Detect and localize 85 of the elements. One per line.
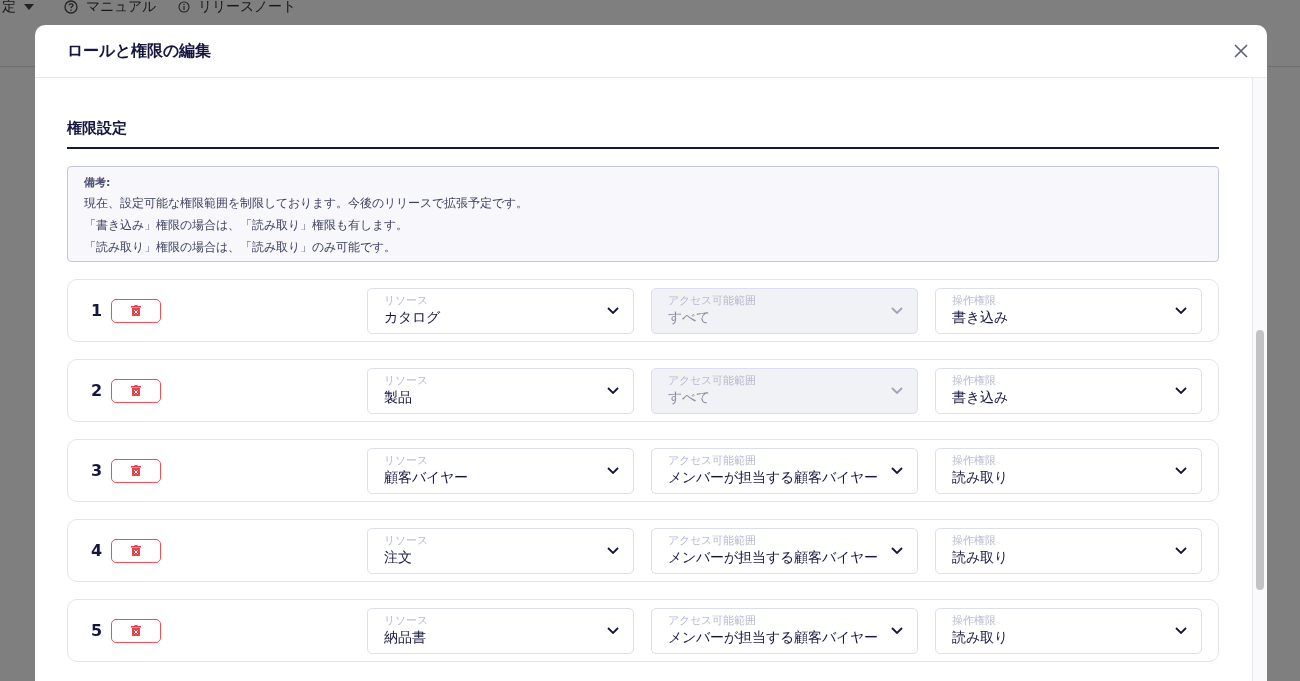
section-title: 権限設定 bbox=[67, 119, 1219, 149]
select-field[interactable]: リソース カタログ bbox=[367, 287, 634, 334]
select-field[interactable]: リソース 顧客バイヤー bbox=[367, 447, 634, 494]
field-label: リソース bbox=[384, 374, 429, 388]
chevron-down-icon bbox=[891, 307, 903, 314]
field-label: 操作権限 bbox=[952, 614, 997, 628]
select-field[interactable]: アクセス可能範囲 メンバーが担当する顧客バイヤー bbox=[651, 527, 918, 574]
chevron-down-icon bbox=[607, 467, 619, 474]
select-field[interactable]: 操作権限 読み取り bbox=[935, 607, 1202, 654]
note-text: 「書き込み」権限の場合は、「読み取り」権限も有します。 bbox=[84, 217, 409, 234]
select-field[interactable]: 操作権限 書き込み bbox=[935, 367, 1202, 414]
delete-button[interactable] bbox=[111, 378, 161, 403]
chevron-down-icon bbox=[891, 627, 903, 634]
dialog-title: ロールと権限の編集 bbox=[67, 40, 211, 62]
chevron-down-icon bbox=[607, 627, 619, 634]
menu-link[interactable]: マニュアル bbox=[64, 0, 156, 16]
field-value: すべて bbox=[668, 388, 711, 407]
field-label: リソース bbox=[384, 294, 429, 308]
field-label: アクセス可能範囲 bbox=[668, 614, 757, 628]
field-value: 読み取り bbox=[952, 468, 1009, 487]
field-value: メンバーが担当する顧客バイヤー bbox=[668, 548, 879, 567]
delete-button[interactable] bbox=[111, 458, 161, 483]
field-label: 操作権限 bbox=[952, 374, 997, 388]
delete-button[interactable] bbox=[111, 618, 161, 643]
field-value: カタログ bbox=[384, 308, 441, 327]
select-field[interactable]: リソース 納品書 bbox=[367, 607, 634, 654]
field-value: 読み取り bbox=[952, 628, 1009, 647]
field-value: メンバーが担当する顧客バイヤー bbox=[668, 628, 879, 647]
row-number: 4 bbox=[91, 541, 101, 560]
chevron-down-icon bbox=[1175, 547, 1187, 554]
delete-button[interactable] bbox=[111, 298, 161, 323]
chevron-down-icon bbox=[891, 547, 903, 554]
select-field[interactable]: 操作権限 読み取り bbox=[935, 527, 1202, 574]
chevron-down-icon bbox=[891, 467, 903, 474]
field-value: 書き込み bbox=[952, 388, 1009, 407]
trash-icon bbox=[131, 305, 141, 316]
trash-icon bbox=[131, 465, 141, 476]
field-label: リソース bbox=[384, 534, 429, 548]
trash-icon bbox=[131, 385, 141, 396]
chevron-down-icon bbox=[607, 547, 619, 554]
row-number: 2 bbox=[91, 381, 101, 400]
chevron-down-icon bbox=[1175, 627, 1187, 634]
info-icon bbox=[178, 1, 190, 13]
select-field[interactable]: リソース 注文 bbox=[367, 527, 634, 574]
row-number: 3 bbox=[91, 461, 101, 480]
field-value: 製品 bbox=[384, 388, 413, 407]
field-value: すべて bbox=[668, 308, 711, 327]
select-field[interactable]: 操作権限 書き込み bbox=[935, 287, 1202, 334]
field-label: 操作権限 bbox=[952, 294, 997, 308]
select-field[interactable]: アクセス可能範囲 メンバーが担当する顧客バイヤー bbox=[651, 447, 918, 494]
row-number: 5 bbox=[91, 621, 101, 640]
select-field[interactable]: リソース 製品 bbox=[367, 367, 634, 414]
select-field[interactable]: 操作権限 読み取り bbox=[935, 447, 1202, 494]
field-label: 操作権限 bbox=[952, 454, 997, 468]
note-text: 「読み取り」権限の場合は、「読み取り」のみ可能です。 bbox=[84, 239, 397, 256]
menu-link[interactable]: 定 bbox=[2, 0, 34, 16]
select-field[interactable]: アクセス可能範囲 メンバーが担当する顧客バイヤー bbox=[651, 607, 918, 654]
chevron-down-icon bbox=[607, 387, 619, 394]
chevron-down-icon bbox=[1175, 307, 1187, 314]
field-value: 顧客バイヤー bbox=[384, 468, 469, 487]
field-value: 注文 bbox=[384, 548, 413, 567]
field-label: アクセス可能範囲 bbox=[668, 534, 757, 548]
note-text: 現在、設定可能な権限範囲を制限しております。今後のリリースで拡張予定です。 bbox=[84, 195, 529, 212]
chevron-down-icon bbox=[1175, 467, 1187, 474]
field-label: アクセス可能範囲 bbox=[668, 454, 757, 468]
trash-icon bbox=[131, 625, 141, 636]
field-value: 納品書 bbox=[384, 628, 427, 647]
help-icon bbox=[64, 0, 78, 14]
chevron-down-icon bbox=[607, 307, 619, 314]
scrollbar-thumb[interactable] bbox=[1256, 330, 1264, 590]
trash-icon bbox=[131, 545, 141, 556]
field-label: リソース bbox=[384, 614, 429, 628]
field-label: リソース bbox=[384, 454, 429, 468]
field-value: 読み取り bbox=[952, 548, 1009, 567]
delete-button[interactable] bbox=[111, 538, 161, 563]
chevron-down-icon bbox=[1175, 387, 1187, 394]
row-number: 1 bbox=[91, 301, 101, 320]
chevron-down-icon bbox=[891, 387, 903, 394]
close-icon bbox=[1234, 44, 1248, 58]
note-heading: 備考: bbox=[84, 175, 112, 190]
menu-link[interactable]: リリースノート bbox=[178, 0, 296, 16]
field-value: メンバーが担当する顧客バイヤー bbox=[668, 468, 879, 487]
caret-icon bbox=[24, 4, 34, 10]
field-label: 操作権限 bbox=[952, 534, 997, 548]
field-value: 書き込み bbox=[952, 308, 1009, 327]
